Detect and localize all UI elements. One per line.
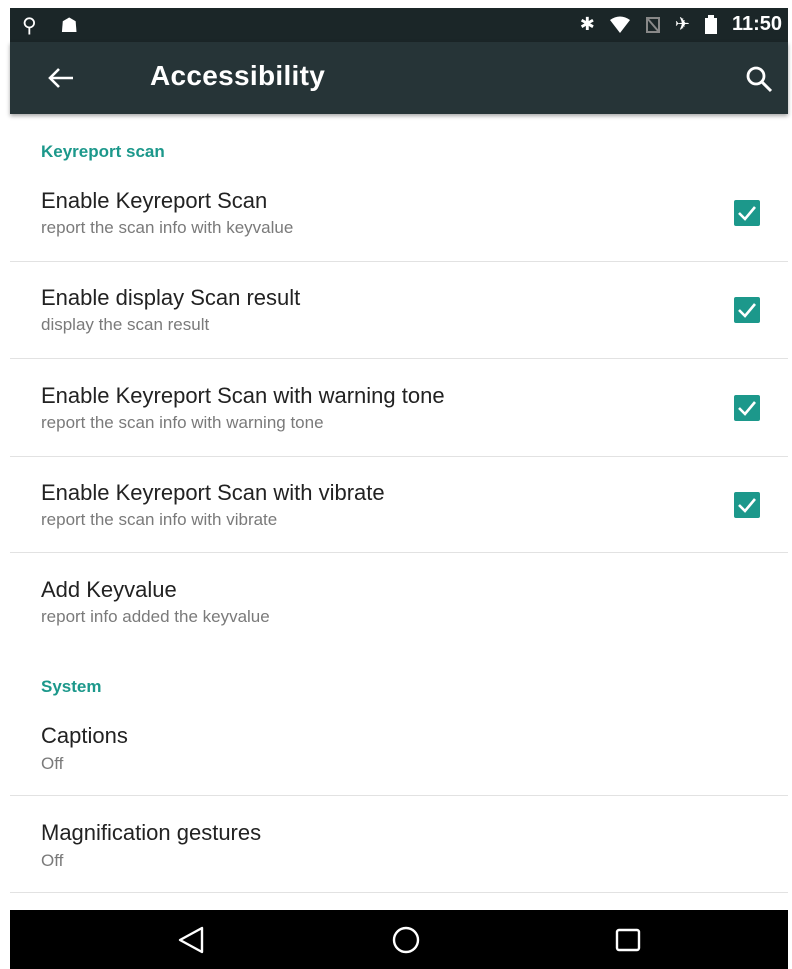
check-icon xyxy=(738,206,756,221)
check-icon xyxy=(738,303,756,318)
battery-icon xyxy=(704,14,717,34)
divider xyxy=(10,892,788,893)
page-title: Accessibility xyxy=(150,60,326,91)
status-left-icons: ⚲ ☗ xyxy=(22,13,96,38)
checkbox-enable-vibrate[interactable] xyxy=(734,492,760,518)
status-time: 11:50 xyxy=(731,13,782,35)
status-right-icons: ✱ ✈ 11:50 xyxy=(580,13,782,36)
wifi-icon xyxy=(609,16,630,33)
section-header-system: System xyxy=(41,677,102,696)
setting-subtitle: Off xyxy=(41,754,64,773)
divider xyxy=(10,456,788,457)
setting-subtitle: Off xyxy=(41,851,64,870)
bluetooth-icon: ✱ xyxy=(579,14,595,34)
airplane-mode-icon: ✈ xyxy=(674,14,690,34)
setting-enable-keyreport-scan[interactable]: Enable Keyreport Scan report the scan in… xyxy=(10,180,788,262)
divider xyxy=(10,795,788,796)
android-debug-icon: ☗ xyxy=(60,15,79,37)
checkbox-enable-keyreport-scan[interactable] xyxy=(734,200,760,226)
no-sim-icon xyxy=(645,16,660,33)
setting-enable-display-scan-result[interactable]: Enable display Scan result display the s… xyxy=(10,277,788,359)
usb-icon: ⚲ xyxy=(22,15,37,37)
status-bar: ⚲ ☗ ✱ ✈ 11:50 xyxy=(10,8,788,42)
setting-enable-vibrate[interactable]: Enable Keyreport Scan with vibrate repor… xyxy=(10,472,788,554)
app-toolbar: Accessibility xyxy=(10,42,788,114)
section-header-keyreport-scan: Keyreport scan xyxy=(41,142,165,161)
setting-title: Enable Keyreport Scan xyxy=(41,188,268,213)
setting-enable-warning-tone[interactable]: Enable Keyreport Scan with warning tone … xyxy=(10,375,788,457)
search-icon[interactable] xyxy=(744,64,774,94)
back-triangle-icon[interactable] xyxy=(176,924,208,956)
check-icon xyxy=(738,401,756,416)
checkbox-enable-display-scan-result[interactable] xyxy=(734,297,760,323)
setting-title: Enable display Scan result xyxy=(41,285,301,310)
recents-square-icon[interactable] xyxy=(612,924,644,956)
setting-subtitle: display the scan result xyxy=(41,315,210,334)
home-circle-icon[interactable] xyxy=(390,924,422,956)
setting-subtitle: report the scan info with warning tone xyxy=(41,413,324,432)
setting-title: Captions xyxy=(41,723,128,748)
setting-subtitle: report the scan info with vibrate xyxy=(41,510,278,529)
setting-title: Enable Keyreport Scan with vibrate xyxy=(41,480,385,505)
setting-title: Add Keyvalue xyxy=(41,577,177,602)
divider xyxy=(10,358,788,359)
setting-title: Enable Keyreport Scan with warning tone xyxy=(41,383,445,408)
setting-subtitle: report info added the keyvalue xyxy=(41,607,270,626)
setting-title: Magnification gestures xyxy=(41,820,262,845)
setting-magnification-gestures[interactable]: Magnification gestures Off xyxy=(10,814,788,890)
checkbox-enable-warning-tone[interactable] xyxy=(734,395,760,421)
divider xyxy=(10,261,788,262)
navigation-bar xyxy=(10,910,788,969)
setting-subtitle: report the scan info with keyvalue xyxy=(41,218,294,237)
arrow-left-icon[interactable] xyxy=(46,63,76,93)
divider xyxy=(10,552,788,553)
check-icon xyxy=(738,498,756,513)
setting-add-keyvalue[interactable]: Add Keyvalue report info added the keyva… xyxy=(10,569,788,639)
setting-captions[interactable]: Captions Off xyxy=(10,717,788,795)
